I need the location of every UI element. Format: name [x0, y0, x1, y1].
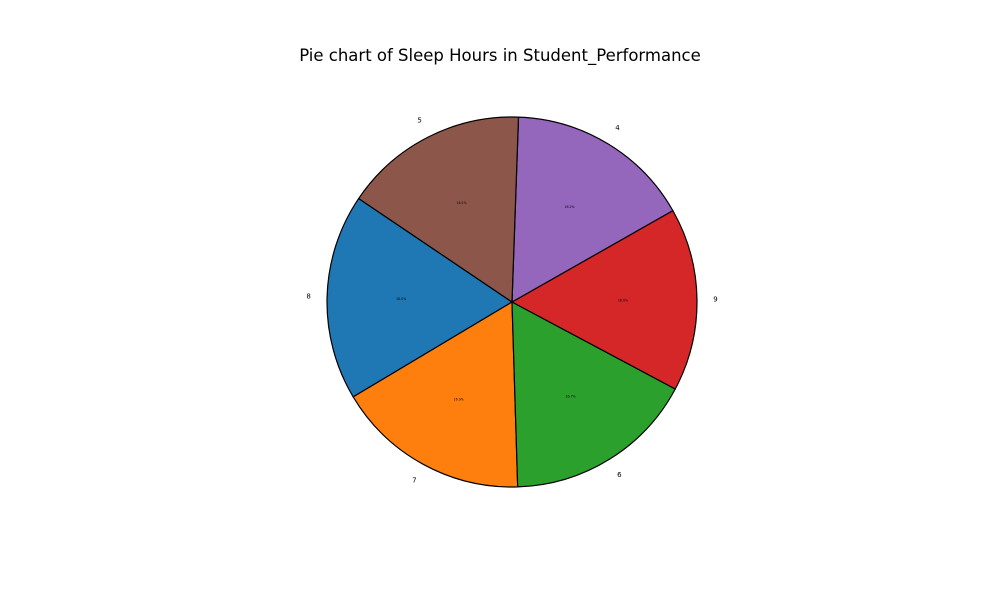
slice-percent-4: 16.2% — [564, 205, 574, 209]
pie-chart-plot: 8 18.0% 7 16.9% 6 16.7% 9 16.0% 4 16.2% 5 16.1% — [306, 116, 718, 488]
slice-percent-9: 16.0% — [618, 299, 628, 303]
slice-label-7: 7 — [412, 477, 416, 485]
pie-slices — [326, 116, 698, 488]
slice-label-5: 5 — [417, 117, 421, 125]
slice-label-6: 6 — [617, 471, 622, 479]
slice-percent-5: 16.1% — [457, 201, 467, 205]
slice-label-9: 9 — [713, 295, 717, 303]
slice-label-4: 4 — [615, 124, 620, 132]
slice-percent-8: 18.0% — [396, 297, 406, 301]
pie-chart: Pie chart of Sleep Hours in Student_Perf… — [0, 0, 1000, 600]
slice-percent-7: 16.9% — [454, 397, 464, 401]
slice-label-8: 8 — [306, 292, 310, 300]
slice-percent-6: 16.7% — [566, 394, 576, 398]
